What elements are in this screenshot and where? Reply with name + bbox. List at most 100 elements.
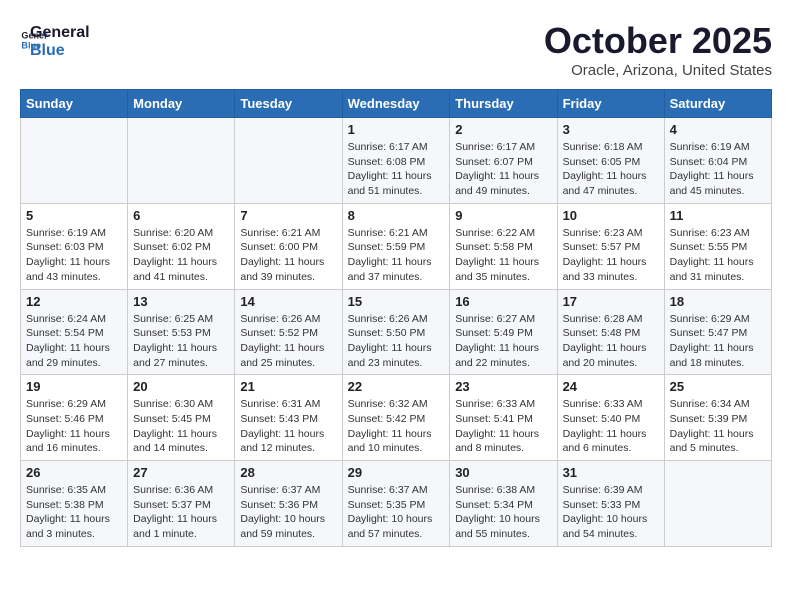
- day-number: 27: [133, 465, 229, 480]
- day-cell: 31 Sunrise: 6:39 AM Sunset: 5:33 PM Dayli…: [557, 461, 664, 547]
- day-cell: 29 Sunrise: 6:37 AM Sunset: 5:35 PM Dayli…: [342, 461, 450, 547]
- day-number: 16: [455, 294, 551, 309]
- day-number: 18: [670, 294, 766, 309]
- day-number: 10: [563, 208, 659, 223]
- day-content: Sunrise: 6:26 AM Sunset: 5:52 PM Dayligh…: [240, 312, 336, 371]
- day-content: Sunrise: 6:28 AM Sunset: 5:48 PM Dayligh…: [563, 312, 659, 371]
- day-content: Sunrise: 6:19 AM Sunset: 6:03 PM Dayligh…: [26, 226, 122, 285]
- day-number: 14: [240, 294, 336, 309]
- logo: General Blue General Blue: [20, 20, 90, 59]
- week-row-2: 5 Sunrise: 6:19 AM Sunset: 6:03 PM Daylig…: [21, 203, 772, 289]
- day-content: Sunrise: 6:18 AM Sunset: 6:05 PM Dayligh…: [563, 140, 659, 199]
- day-content: Sunrise: 6:22 AM Sunset: 5:58 PM Dayligh…: [455, 226, 551, 285]
- day-content: Sunrise: 6:25 AM Sunset: 5:53 PM Dayligh…: [133, 312, 229, 371]
- day-content: Sunrise: 6:39 AM Sunset: 5:33 PM Dayligh…: [563, 483, 659, 542]
- day-cell: 13Sunrise: 6:25 AM Sunset: 5:53 PM Dayli…: [128, 289, 235, 375]
- weekday-header-friday: Friday: [557, 90, 664, 118]
- day-number: 15: [348, 294, 445, 309]
- weekday-header-tuesday: Tuesday: [235, 90, 342, 118]
- day-cell: 18 Sunrise: 6:29 AM Sunset: 5:47 PM Dayli…: [664, 289, 771, 375]
- day-content: Sunrise: 6:29 AM Sunset: 5:46 PM Dayligh…: [26, 397, 122, 456]
- day-cell: 16Sunrise: 6:27 AM Sunset: 5:49 PM Dayli…: [450, 289, 557, 375]
- day-cell: 19 Sunrise: 6:29 AM Sunset: 5:46 PM Dayli…: [21, 375, 128, 461]
- weekday-header-sunday: Sunday: [21, 90, 128, 118]
- day-content: Sunrise: 6:26 AM Sunset: 5:50 PM Dayligh…: [348, 312, 445, 371]
- day-number: 29: [348, 465, 445, 480]
- day-cell: 26Sunrise: 6:35 AM Sunset: 5:38 PM Dayli…: [21, 461, 128, 547]
- day-number: 6: [133, 208, 229, 223]
- weekday-header-wednesday: Wednesday: [342, 90, 450, 118]
- day-number: 1: [348, 122, 445, 137]
- day-number: 9: [455, 208, 551, 223]
- day-content: Sunrise: 6:32 AM Sunset: 5:42 PM Dayligh…: [348, 397, 445, 456]
- day-content: Sunrise: 6:36 AM Sunset: 5:37 PM Dayligh…: [133, 483, 229, 542]
- weekday-header-saturday: Saturday: [664, 90, 771, 118]
- day-content: Sunrise: 6:33 AM Sunset: 5:40 PM Dayligh…: [563, 397, 659, 456]
- week-row-1: 1Sunrise: 6:17 AM Sunset: 6:08 PM Daylig…: [21, 118, 772, 204]
- day-content: Sunrise: 6:24 AM Sunset: 5:54 PM Dayligh…: [26, 312, 122, 371]
- day-cell: 9 Sunrise: 6:22 AM Sunset: 5:58 PM Daylig…: [450, 203, 557, 289]
- logo-general: General: [30, 24, 90, 42]
- day-cell: 25Sunrise: 6:34 AM Sunset: 5:39 PM Dayli…: [664, 375, 771, 461]
- day-cell: 24 Sunrise: 6:33 AM Sunset: 5:40 PM Dayli…: [557, 375, 664, 461]
- day-cell: 14 Sunrise: 6:26 AM Sunset: 5:52 PM Dayli…: [235, 289, 342, 375]
- day-cell: [128, 118, 235, 204]
- day-content: Sunrise: 6:37 AM Sunset: 5:35 PM Dayligh…: [348, 483, 445, 542]
- day-content: Sunrise: 6:29 AM Sunset: 5:47 PM Dayligh…: [670, 312, 766, 371]
- day-number: 31: [563, 465, 659, 480]
- day-content: Sunrise: 6:21 AM Sunset: 5:59 PM Dayligh…: [348, 226, 445, 285]
- day-cell: 20Sunrise: 6:30 AM Sunset: 5:45 PM Dayli…: [128, 375, 235, 461]
- day-content: Sunrise: 6:23 AM Sunset: 5:57 PM Dayligh…: [563, 226, 659, 285]
- day-number: 12: [26, 294, 122, 309]
- day-cell: 11 Sunrise: 6:23 AM Sunset: 5:55 PM Dayli…: [664, 203, 771, 289]
- day-content: Sunrise: 6:21 AM Sunset: 6:00 PM Dayligh…: [240, 226, 336, 285]
- month-title: October 2025: [544, 20, 772, 62]
- week-row-5: 26Sunrise: 6:35 AM Sunset: 5:38 PM Dayli…: [21, 461, 772, 547]
- day-number: 19: [26, 379, 122, 394]
- day-number: 21: [240, 379, 336, 394]
- weekday-header-row: SundayMondayTuesdayWednesdayThursdayFrid…: [21, 90, 772, 118]
- day-cell: 10 Sunrise: 6:23 AM Sunset: 5:57 PM Dayli…: [557, 203, 664, 289]
- day-content: Sunrise: 6:38 AM Sunset: 5:34 PM Dayligh…: [455, 483, 551, 542]
- day-content: Sunrise: 6:37 AM Sunset: 5:36 PM Dayligh…: [240, 483, 336, 542]
- page-header: General Blue General Blue October 2025 O…: [20, 20, 772, 79]
- day-cell: 4Sunrise: 6:19 AM Sunset: 6:04 PM Daylig…: [664, 118, 771, 204]
- day-content: Sunrise: 6:35 AM Sunset: 5:38 PM Dayligh…: [26, 483, 122, 542]
- day-number: 30: [455, 465, 551, 480]
- day-cell: [235, 118, 342, 204]
- day-number: 24: [563, 379, 659, 394]
- day-number: 11: [670, 208, 766, 223]
- week-row-3: 12 Sunrise: 6:24 AM Sunset: 5:54 PM Dayli…: [21, 289, 772, 375]
- day-cell: [664, 461, 771, 547]
- logo-blue: Blue: [30, 42, 90, 60]
- day-number: 7: [240, 208, 336, 223]
- day-number: 25: [670, 379, 766, 394]
- day-number: 4: [670, 122, 766, 137]
- day-content: Sunrise: 6:20 AM Sunset: 6:02 PM Dayligh…: [133, 226, 229, 285]
- day-number: 23: [455, 379, 551, 394]
- day-cell: 3 Sunrise: 6:18 AM Sunset: 6:05 PM Daylig…: [557, 118, 664, 204]
- location-subtitle: Oracle, Arizona, United States: [544, 62, 772, 79]
- day-cell: 1Sunrise: 6:17 AM Sunset: 6:08 PM Daylig…: [342, 118, 450, 204]
- day-cell: 15 Sunrise: 6:26 AM Sunset: 5:50 PM Dayli…: [342, 289, 450, 375]
- day-cell: [21, 118, 128, 204]
- day-number: 22: [348, 379, 445, 394]
- calendar-table: SundayMondayTuesdayWednesdayThursdayFrid…: [20, 89, 772, 547]
- week-row-4: 19 Sunrise: 6:29 AM Sunset: 5:46 PM Dayli…: [21, 375, 772, 461]
- day-content: Sunrise: 6:30 AM Sunset: 5:45 PM Dayligh…: [133, 397, 229, 456]
- day-cell: 23Sunrise: 6:33 AM Sunset: 5:41 PM Dayli…: [450, 375, 557, 461]
- day-number: 28: [240, 465, 336, 480]
- day-content: Sunrise: 6:23 AM Sunset: 5:55 PM Dayligh…: [670, 226, 766, 285]
- day-cell: 5 Sunrise: 6:19 AM Sunset: 6:03 PM Daylig…: [21, 203, 128, 289]
- day-cell: 2Sunrise: 6:17 AM Sunset: 6:07 PM Daylig…: [450, 118, 557, 204]
- day-cell: 7 Sunrise: 6:21 AM Sunset: 6:00 PM Daylig…: [235, 203, 342, 289]
- day-cell: 12 Sunrise: 6:24 AM Sunset: 5:54 PM Dayli…: [21, 289, 128, 375]
- day-number: 5: [26, 208, 122, 223]
- day-content: Sunrise: 6:31 AM Sunset: 5:43 PM Dayligh…: [240, 397, 336, 456]
- weekday-header-monday: Monday: [128, 90, 235, 118]
- day-number: 3: [563, 122, 659, 137]
- weekday-header-thursday: Thursday: [450, 90, 557, 118]
- day-number: 2: [455, 122, 551, 137]
- day-cell: 6 Sunrise: 6:20 AM Sunset: 6:02 PM Daylig…: [128, 203, 235, 289]
- day-cell: 27 Sunrise: 6:36 AM Sunset: 5:37 PM Dayli…: [128, 461, 235, 547]
